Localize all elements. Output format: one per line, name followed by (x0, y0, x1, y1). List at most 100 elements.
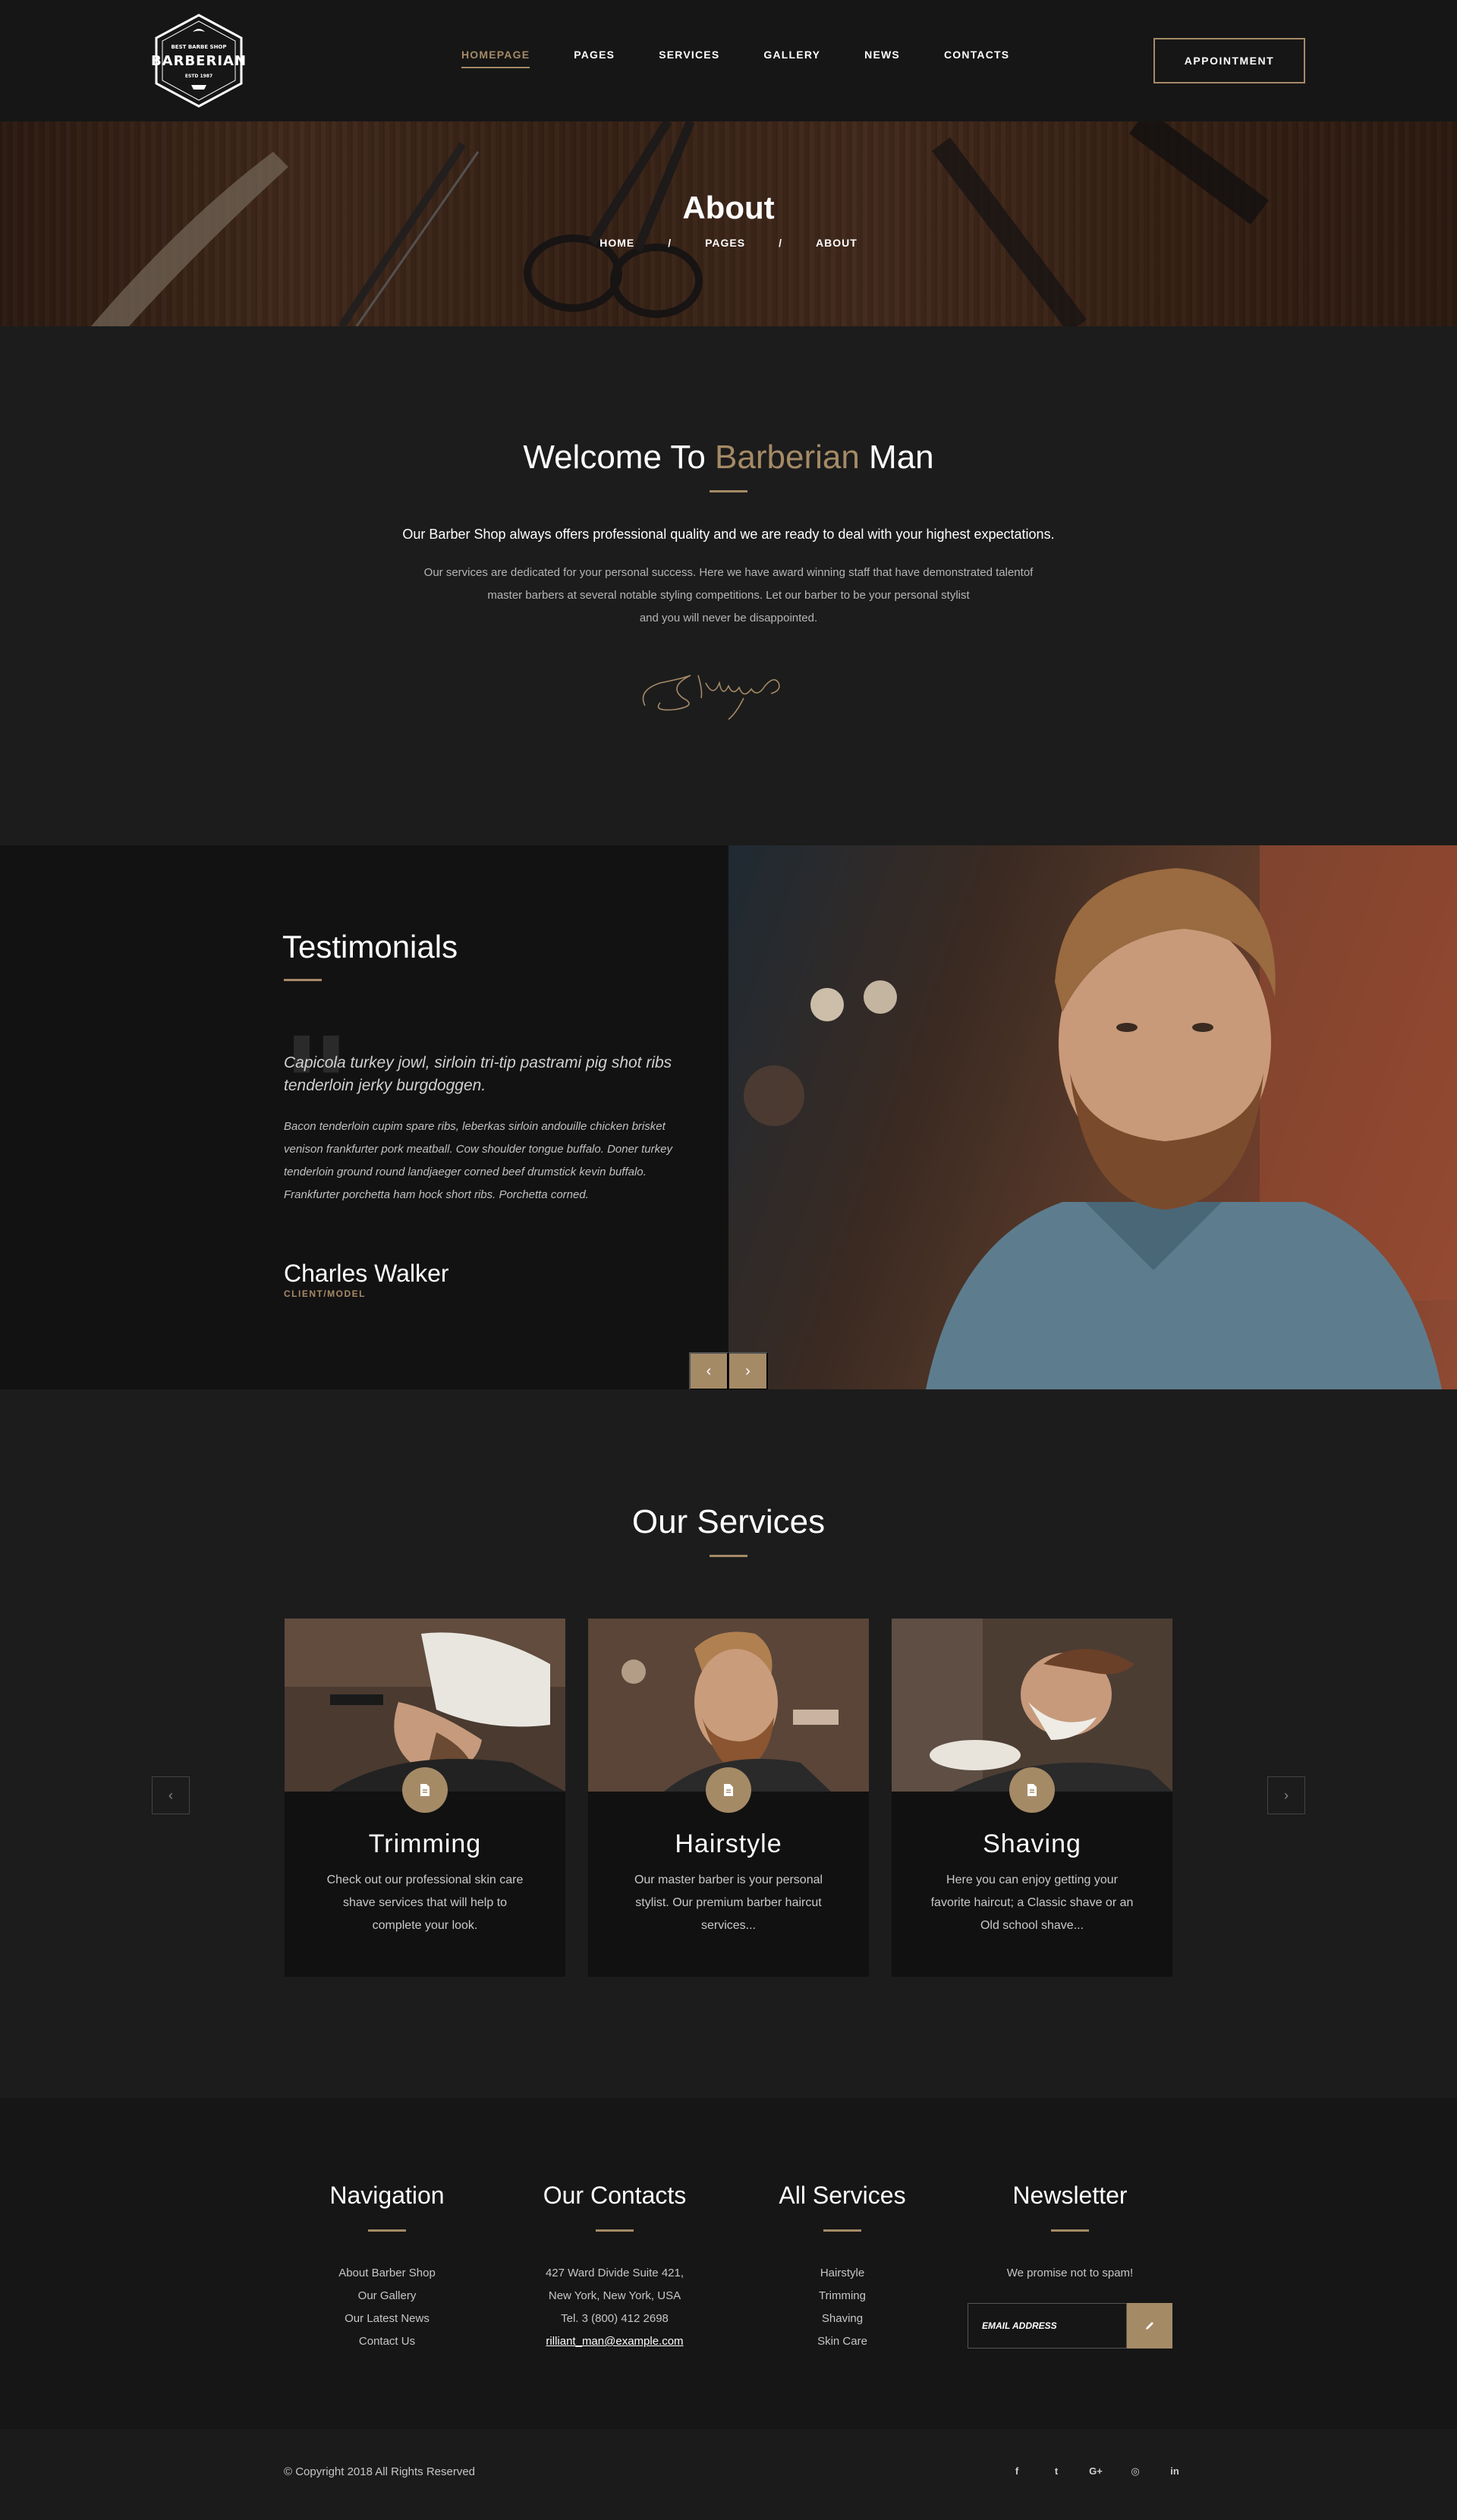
nav-item-services[interactable]: SERVICES (659, 49, 719, 68)
heading-divider (284, 979, 322, 981)
hairstyle-photo (588, 1619, 869, 1792)
service-card-title: Hairstyle (675, 1829, 782, 1858)
testimonial-quote: Capicola turkey jowl, sirloin tri-tip pa… (284, 1054, 672, 1094)
footer-link[interactable]: Our Latest News (273, 2308, 501, 2330)
welcome-section: Welcome To Barberian Man Our Barber Shop… (0, 326, 1457, 845)
testimonial-carousel-controls: ‹ › (689, 1352, 768, 1390)
page-title: About (682, 190, 775, 225)
welcome-body: Our services are dedicated for your pers… (349, 562, 1108, 630)
contact-email-link[interactable]: rilliant_man@example.com (501, 2330, 728, 2353)
copyright-text: © Copyright 2018 All Rights Reserved (284, 2465, 476, 2478)
nav-item-contacts[interactable]: CONTACTS (944, 49, 1009, 68)
service-card-title: Shaving (983, 1829, 1081, 1858)
signature-image (642, 675, 780, 720)
footer-link[interactable]: Our Gallery (273, 2285, 501, 2308)
welcome-heading: Welcome To Barberian Man (0, 439, 1457, 477)
testimonials-section: Testimonials " Capicola turkey jowl, sir… (0, 845, 1457, 1390)
footer-link[interactable]: Trimming (728, 2285, 956, 2308)
welcome-body-line: and you will never be disappointed. (639, 612, 818, 624)
testimonial-next-button[interactable]: › (728, 1352, 768, 1390)
footer-heading: All Services (779, 2182, 906, 2209)
heading-divider (1051, 2229, 1089, 2232)
nav-item-homepage[interactable]: HOMEPAGE (461, 49, 530, 68)
services-section: Our Services ‹ › Trimming Check out our … (0, 1389, 1457, 2098)
newsletter-form (968, 2303, 1172, 2349)
social-links: f t G+ ◎ in (1009, 2465, 1182, 2478)
footer-link[interactable]: Shaving (728, 2308, 956, 2330)
service-card-description: Check out our professional skin care sha… (326, 1873, 524, 1932)
service-card-hairstyle[interactable]: Hairstyle Our master barber is your pers… (588, 1619, 869, 1977)
site-header: BEST BARBE SHOP BARBERIAN ESTD 1987 HOME… (0, 0, 1457, 121)
footer-newsletter: Newsletter We promise not to spam! (956, 2182, 1184, 2349)
welcome-body-line: master barbers at several notable stylin… (487, 589, 970, 602)
testimonials-heading: Testimonials (282, 929, 458, 964)
service-image (892, 1619, 1172, 1792)
contact-phone: Tel. 3 (800) 412 2698 (561, 2312, 669, 2325)
main-nav: HOMEPAGE PAGES SERVICES GALLERY NEWS CON… (461, 49, 1009, 68)
footer-contacts: Our Contacts 427 Ward Divide Suite 421, … (501, 2182, 728, 2353)
heading-divider (596, 2229, 634, 2232)
page-hero: About HOME / PAGES / ABOUT (0, 121, 1457, 326)
welcome-heading-suffix: Man (859, 439, 934, 476)
testimonial-photo (728, 845, 1457, 1389)
breadcrumb-home[interactable]: HOME (599, 237, 634, 249)
logo-badge-icon: BEST BARBE SHOP BARBERIAN ESTD 1987 (151, 14, 247, 108)
trimming-photo (285, 1619, 565, 1792)
service-card-shaving[interactable]: Shaving Here you can enjoy getting your … (892, 1619, 1172, 1977)
footer-link[interactable]: Skin Care (728, 2330, 956, 2353)
breadcrumb-separator: / (779, 237, 782, 249)
services-heading: Our Services (631, 1503, 826, 1540)
document-icon (706, 1767, 751, 1813)
footer-link[interactable]: Contact Us (273, 2330, 501, 2353)
google-plus-icon[interactable]: G+ (1088, 2465, 1103, 2478)
testimonial-text: Bacon tenderloin cupim spare ribs, leber… (284, 1120, 672, 1201)
brand-logo[interactable]: BEST BARBE SHOP BARBERIAN ESTD 1987 (149, 12, 249, 109)
newsletter-email-input[interactable] (968, 2303, 1127, 2349)
footer-navigation: Navigation About Barber Shop Our Gallery… (273, 2182, 501, 2353)
document-icon (1009, 1767, 1055, 1813)
footer-heading: Navigation (329, 2182, 445, 2209)
heading-divider (368, 2229, 406, 2232)
breadcrumb: HOME / PAGES / ABOUT (0, 237, 1457, 249)
footer-link[interactable]: About Barber Shop (273, 2262, 501, 2285)
service-card-description: Our master barber is your personal styli… (634, 1873, 823, 1932)
heading-divider (710, 1555, 747, 1557)
nav-item-pages[interactable]: PAGES (574, 49, 615, 68)
twitter-icon[interactable]: t (1049, 2465, 1064, 2478)
testimonial-author: Charles Walker (284, 1260, 449, 1287)
contact-address-line: New York, New York, USA (548, 2289, 681, 2302)
appointment-button[interactable]: APPOINTMENT (1153, 38, 1305, 83)
breadcrumb-separator: / (668, 237, 672, 249)
newsletter-submit-button[interactable] (1127, 2303, 1172, 2349)
service-image (285, 1619, 565, 1792)
nav-item-news[interactable]: NEWS (864, 49, 900, 68)
shaving-photo (892, 1619, 1172, 1792)
linkedin-icon[interactable]: in (1167, 2465, 1182, 2478)
pencil-icon (1146, 2322, 1153, 2330)
bottom-bar: © Copyright 2018 All Rights Reserved f t… (0, 2429, 1457, 2520)
footer-heading: Our Contacts (543, 2182, 687, 2209)
logo-bottom-text: ESTD 1987 (185, 74, 212, 79)
services-prev-button[interactable]: ‹ (152, 1776, 190, 1814)
logo-brand-text: BARBERIAN (151, 53, 247, 69)
facebook-icon[interactable]: f (1009, 2465, 1024, 2478)
service-card-trimming[interactable]: Trimming Check out our professional skin… (285, 1619, 565, 1977)
services-next-button[interactable]: › (1267, 1776, 1305, 1814)
testimonial-prev-button[interactable]: ‹ (689, 1352, 728, 1390)
contact-address-line: 427 Ward Divide Suite 421, (545, 2267, 684, 2279)
site-footer: Navigation About Barber Shop Our Gallery… (0, 2098, 1457, 2429)
welcome-lead: Our Barber Shop always offers profession… (402, 527, 1055, 542)
heading-divider (823, 2229, 861, 2232)
nav-item-gallery[interactable]: GALLERY (763, 49, 820, 68)
testimonial-role: CLIENT/MODEL (284, 1288, 366, 1299)
breadcrumb-current: ABOUT (815, 237, 858, 249)
logo-top-text: BEST BARBE SHOP (171, 44, 226, 50)
breadcrumb-pages[interactable]: PAGES (705, 237, 745, 249)
footer-services: All Services Hairstyle Trimming Shaving … (728, 2182, 956, 2353)
footer-link[interactable]: Hairstyle (728, 2262, 956, 2285)
bearded-man-photo (744, 845, 1457, 1389)
footer-heading: Newsletter (1012, 2182, 1128, 2209)
instagram-icon[interactable]: ◎ (1128, 2465, 1143, 2478)
welcome-heading-prefix: Welcome To (523, 439, 716, 476)
welcome-heading-accent: Barberian (715, 439, 860, 476)
